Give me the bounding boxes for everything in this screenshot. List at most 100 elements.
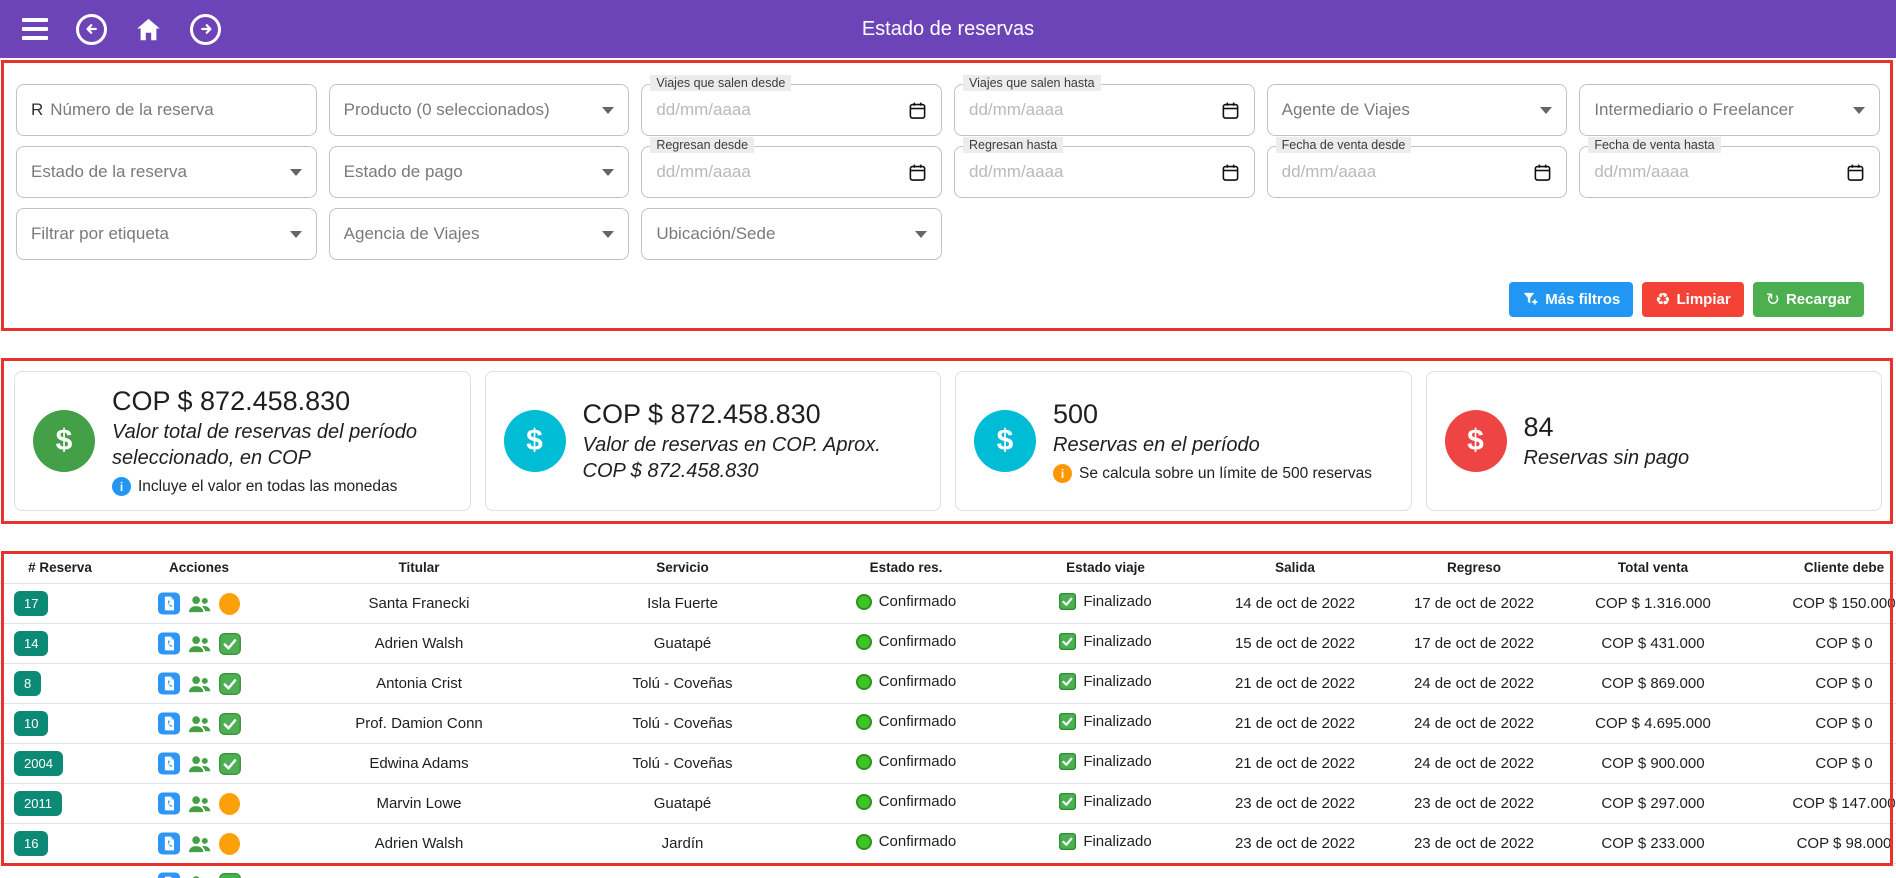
payment-ok-icon[interactable]: [219, 633, 241, 655]
calendar-icon[interactable]: [908, 101, 927, 120]
calendar-icon[interactable]: [1221, 101, 1240, 120]
users-icon[interactable]: [187, 833, 212, 855]
filter-fecha-venta-desde[interactable]: Fecha de venta desdedd/mm/aaaa: [1267, 146, 1568, 198]
pdf-file-icon[interactable]: [158, 792, 180, 815]
input-placeholder: Número de la reserva: [50, 100, 213, 120]
button-label: Recargar: [1786, 291, 1851, 308]
card-value: COP $ 872.458.830: [112, 386, 452, 417]
card-description: Valor de reservas en COP. Aprox. COP $ 8…: [583, 432, 923, 484]
filter-regresan-hasta[interactable]: Regresan hastadd/mm/aaaa: [954, 146, 1255, 198]
reservation-badge[interactable]: 14: [14, 631, 48, 656]
filter-numero-reserva[interactable]: RNúmero de la reserva: [16, 84, 317, 136]
reservation-badge[interactable]: 10: [14, 711, 48, 736]
filter-agente-viajes[interactable]: Agente de Viajes: [1267, 84, 1568, 136]
debe-cell: COP $ 0: [1744, 624, 1896, 664]
estado-res-cell: Confirmado: [805, 784, 1007, 824]
estado-res-label: Confirmado: [879, 673, 957, 690]
titular-cell: [278, 864, 560, 878]
calendar-icon[interactable]: [1533, 163, 1552, 182]
calendar-icon[interactable]: [1221, 163, 1240, 182]
reservation-badge[interactable]: 8: [14, 671, 41, 696]
estado-res-cell: Confirmado: [805, 824, 1007, 864]
reservation-badge[interactable]: 16: [14, 831, 48, 856]
date-placeholder: dd/mm/aaaa: [656, 162, 751, 182]
recargar-button[interactable]: ↻Recargar: [1753, 282, 1864, 317]
pdf-file-icon[interactable]: [158, 872, 180, 878]
payment-pending-icon[interactable]: [219, 833, 240, 855]
card-note: iIncluye el valor en todas las monedas: [112, 477, 452, 496]
users-icon[interactable]: [187, 673, 212, 695]
filter-ubicacion-sede[interactable]: Ubicación/Sede: [641, 208, 942, 260]
actions: [124, 872, 274, 878]
card-value: COP $ 872.458.830: [583, 399, 923, 430]
filter-producto[interactable]: Producto (0 seleccionados): [329, 84, 630, 136]
users-icon[interactable]: [187, 873, 212, 878]
total-cell: [1562, 864, 1744, 878]
titular-cell: Antonia Crist: [278, 664, 560, 704]
calendar-icon[interactable]: [1846, 163, 1865, 182]
pdf-file-icon[interactable]: [158, 632, 180, 655]
payment-ok-icon[interactable]: [219, 873, 241, 878]
finished-check-icon: [1059, 793, 1076, 810]
payment-pending-icon[interactable]: [219, 793, 240, 815]
calendar-icon[interactable]: [908, 163, 927, 182]
payment-ok-icon[interactable]: [219, 753, 241, 775]
regreso-cell: 24 de oct de 2022: [1386, 704, 1562, 744]
filter-intermediario[interactable]: Intermediario o Freelancer: [1579, 84, 1880, 136]
estado-viaje-label: Finalizado: [1083, 793, 1151, 810]
users-icon[interactable]: [187, 753, 212, 775]
column-header: # Reserva: [0, 551, 120, 584]
payment-ok-icon[interactable]: [219, 713, 241, 735]
titular-cell: Edwina Adams: [278, 744, 560, 784]
column-header: Regreso: [1386, 551, 1562, 584]
filter-regresan-desde[interactable]: Regresan desdedd/mm/aaaa: [641, 146, 942, 198]
filter-viajes-salen-desde[interactable]: Viajes que salen desdedd/mm/aaaa: [641, 84, 942, 136]
chevron-down-icon: [1853, 107, 1865, 114]
pdf-file-icon[interactable]: [158, 752, 180, 775]
estado-viaje-cell: Finalizado: [1007, 624, 1204, 664]
users-icon[interactable]: [187, 713, 212, 735]
reservation-badge[interactable]: 2011: [14, 791, 62, 816]
confirmed-dot-icon: [856, 714, 872, 730]
users-icon[interactable]: [187, 793, 212, 815]
pdf-file-icon[interactable]: [158, 712, 180, 735]
finished-check-icon: [1059, 713, 1076, 730]
filter-estado-reserva[interactable]: Estado de la reserva: [16, 146, 317, 198]
titular-cell: Marvin Lowe: [278, 784, 560, 824]
debe-cell: COP $ 0: [1744, 744, 1896, 784]
estado-res-cell: Confirmado: [805, 624, 1007, 664]
table-row: 8Antonia CristTolú - CoveñasConfirmadoFi…: [0, 664, 1896, 704]
mas-filtros-button[interactable]: Más filtros: [1509, 282, 1633, 317]
filter-estado-pago[interactable]: Estado de pago: [329, 146, 630, 198]
dollar-circle-icon: $: [974, 410, 1036, 472]
card-text: 500Reservas en el períodoiSe calcula sob…: [1053, 399, 1372, 483]
reservation-badge[interactable]: 2004: [14, 751, 63, 776]
reserva-cell: 8: [0, 664, 120, 704]
reservation-badge[interactable]: 17: [14, 591, 48, 616]
limpiar-button[interactable]: ♻Limpiar: [1642, 282, 1743, 317]
regreso-cell: 24 de oct de 2022: [1386, 744, 1562, 784]
filter-fecha-venta-hasta[interactable]: Fecha de venta hastadd/mm/aaaa: [1579, 146, 1880, 198]
card-text: 84Reservas sin pago: [1524, 412, 1690, 471]
filter-agencia-viajes[interactable]: Agencia de Viajes: [329, 208, 630, 260]
users-icon[interactable]: [187, 633, 212, 655]
filter-viajes-salen-hasta[interactable]: Viajes que salen hastadd/mm/aaaa: [954, 84, 1255, 136]
estado-viaje: Finalizado: [1059, 633, 1151, 650]
pdf-file-icon[interactable]: [158, 832, 180, 855]
finished-check-icon: [1059, 833, 1076, 850]
users-icon[interactable]: [187, 593, 212, 615]
payment-ok-icon[interactable]: [219, 673, 241, 695]
payment-pending-icon[interactable]: [219, 593, 240, 615]
dollar-circle-icon: $: [33, 410, 95, 472]
titular-cell: Santa Franecki: [278, 584, 560, 624]
filter-filtrar-etiqueta[interactable]: Filtrar por etiqueta: [16, 208, 317, 260]
pdf-file-icon[interactable]: [158, 592, 180, 615]
estado-res: Confirmado: [856, 673, 957, 690]
estado-viaje-label: Finalizado: [1083, 673, 1151, 690]
finished-check-icon: [1059, 673, 1076, 690]
pdf-file-icon[interactable]: [158, 672, 180, 695]
salida-cell: 21 de oct de 2022: [1204, 664, 1386, 704]
summary-card: $COP $ 872.458.830Valor de reservas en C…: [485, 371, 942, 511]
estado-res: Confirmado: [856, 593, 957, 610]
regreso-cell: [1386, 864, 1562, 878]
